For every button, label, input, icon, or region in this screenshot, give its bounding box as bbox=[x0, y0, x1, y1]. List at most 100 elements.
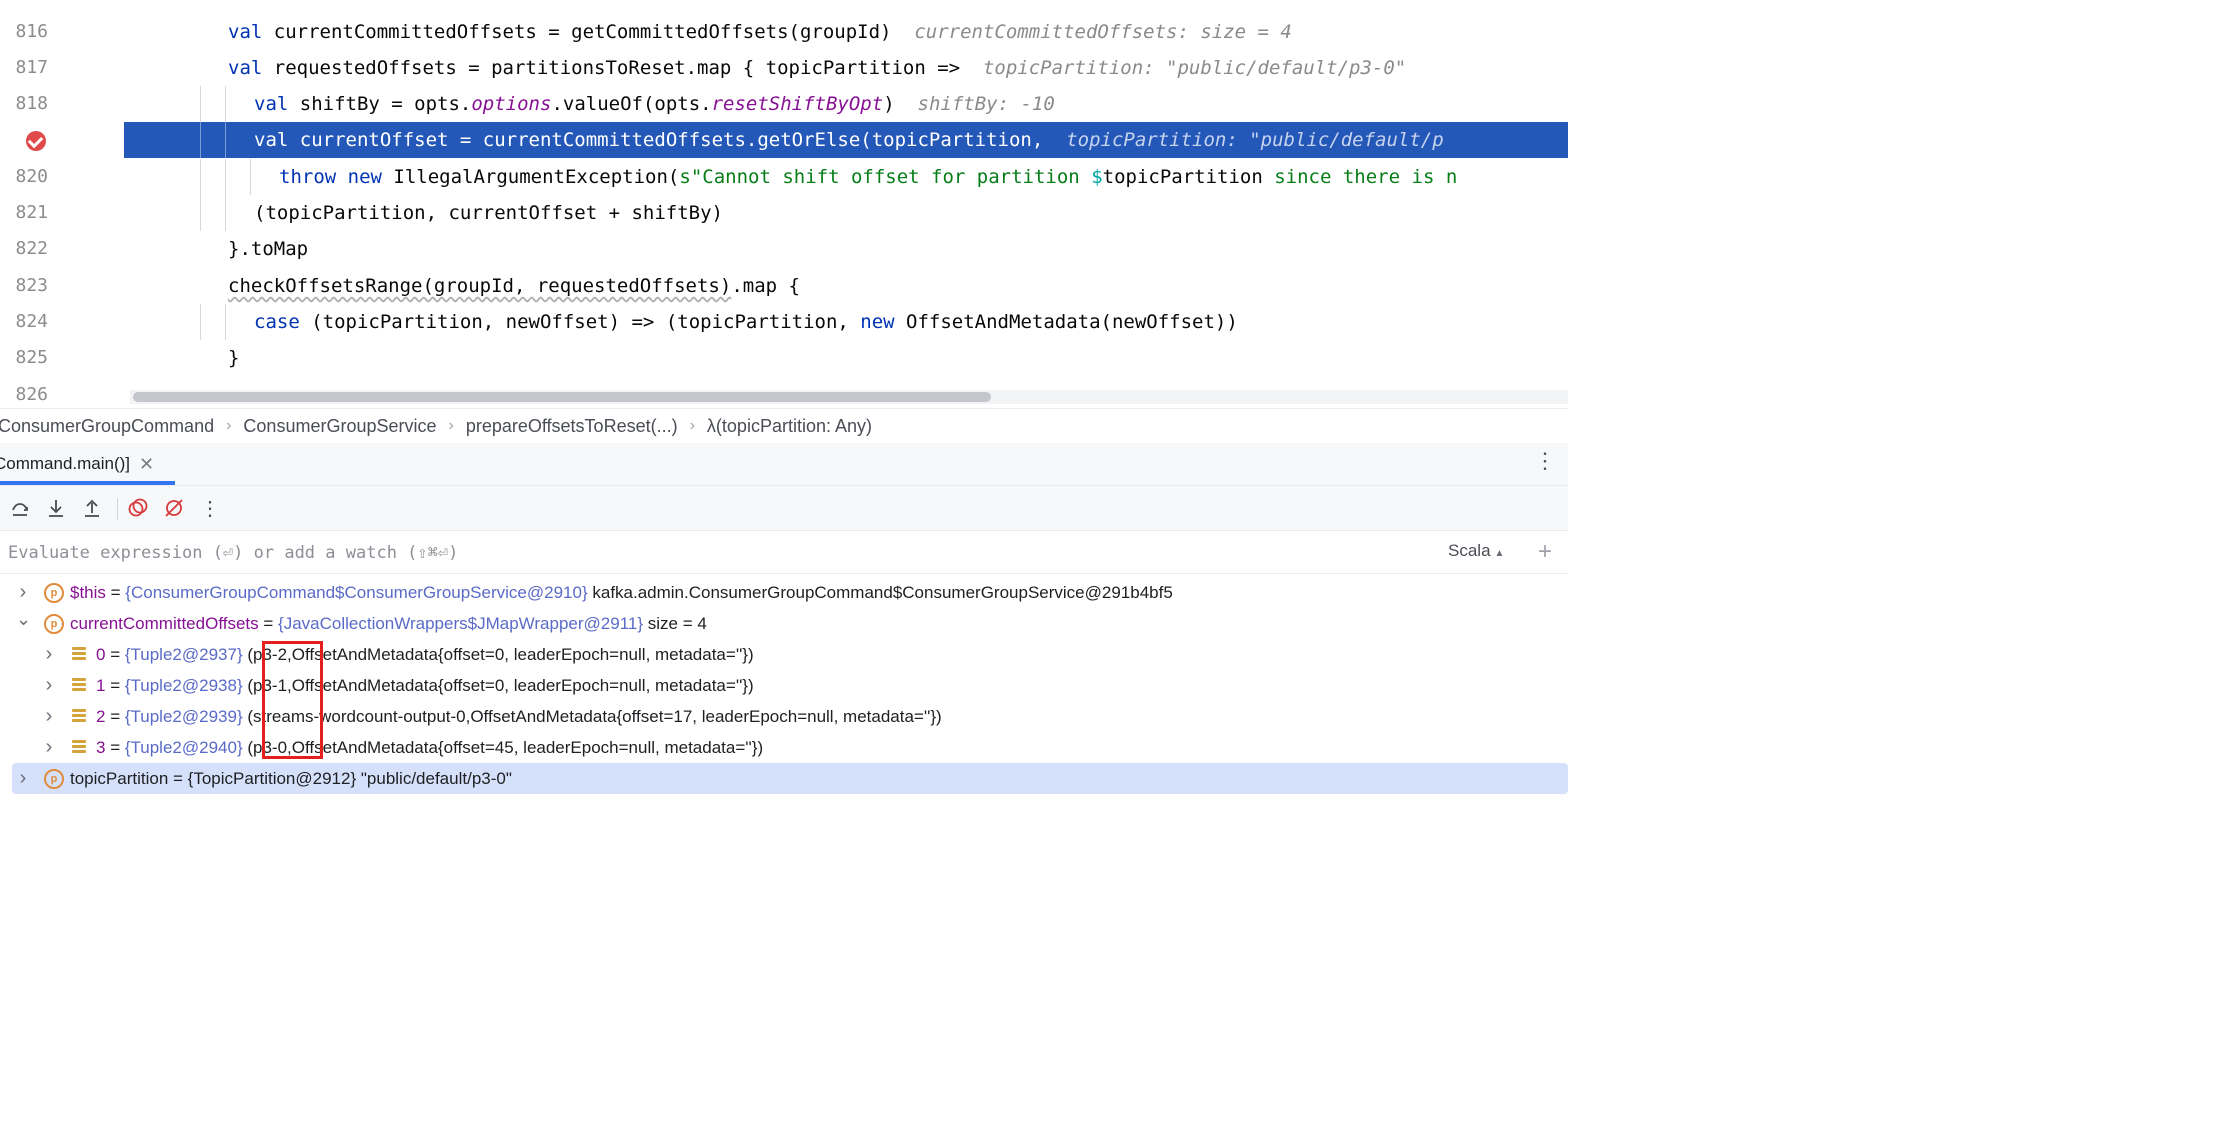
code-token: .map { bbox=[731, 275, 800, 297]
inline-value-hint: shiftBy: -10 bbox=[917, 93, 1055, 115]
equals-sign: = bbox=[105, 583, 126, 602]
language-label: Scala bbox=[1448, 541, 1491, 560]
indent-guide bbox=[225, 159, 226, 195]
chevron-down-icon[interactable]: ⌄ bbox=[16, 604, 31, 635]
tab-debug-session[interactable]: Command.main()] ✕ bbox=[0, 443, 175, 485]
code-token: checkOffsetsRange(groupId, requestedOffs… bbox=[228, 275, 732, 297]
breadcrumb-item[interactable]: λ(topicPartition: Any) bbox=[701, 416, 878, 437]
code-token: currentCommittedOffsets = getCommittedOf… bbox=[262, 21, 915, 43]
code-token: (topicPartition, newOffset) => (topicPar… bbox=[299, 311, 861, 333]
breadcrumb-item[interactable]: ConsumerGroupService bbox=[237, 416, 442, 437]
indent-guide bbox=[250, 159, 251, 195]
code-line[interactable]: case (topicPartition, newOffset) => (top… bbox=[124, 304, 1568, 340]
evaluate-expression-input[interactable] bbox=[0, 531, 1430, 575]
code-token: s"Cannot shift offset for partition bbox=[679, 166, 1092, 188]
equals-sign: = bbox=[105, 738, 125, 757]
chevron-right-icon[interactable]: › bbox=[42, 639, 56, 670]
code-text: } bbox=[228, 340, 239, 376]
code-line[interactable]: val currentCommittedOffsets = getCommitt… bbox=[124, 14, 1568, 50]
variable-type: {TopicPartition@2912} bbox=[187, 769, 357, 788]
code-token: .valueOf(opts. bbox=[551, 93, 712, 115]
variable-value: kafka.admin.ConsumerGroupCommand$Consume… bbox=[592, 583, 1173, 602]
code-line[interactable]: checkOffsetsRange(groupId, requestedOffs… bbox=[124, 268, 1568, 304]
variable-row[interactable]: › p topicPartition = {TopicPartition@2912}… bbox=[12, 763, 1568, 794]
line-number: 818 bbox=[15, 93, 48, 114]
caret-icon: ▲ bbox=[1494, 548, 1505, 559]
variable-row[interactable]: › 2 = {Tuple2@2939} (streams-wordcount-ou… bbox=[0, 701, 1568, 732]
chevron-right-icon: › bbox=[689, 417, 695, 434]
evaluate-bar: Scala▲ + bbox=[0, 531, 1568, 575]
step-into-icon[interactable] bbox=[42, 494, 70, 522]
list-element-icon bbox=[72, 740, 86, 754]
line-number: 821 bbox=[15, 202, 48, 223]
equals-sign: = bbox=[168, 769, 188, 788]
chevron-right-icon[interactable]: › bbox=[42, 670, 56, 701]
code-line[interactable]: val requestedOffsets = partitionsToReset… bbox=[124, 50, 1568, 86]
variable-row[interactable]: › 3 = {Tuple2@2940} (p3-0,OffsetAndMetada… bbox=[0, 732, 1568, 763]
chevron-right-icon[interactable]: › bbox=[16, 763, 30, 794]
variables-tree[interactable]: › p $this = {ConsumerGroupCommand$Consumer… bbox=[0, 574, 1568, 795]
step-out-icon[interactable] bbox=[78, 494, 106, 522]
variable-type: {Tuple2@2939} bbox=[124, 707, 243, 726]
indent-guide bbox=[225, 86, 226, 122]
parameter-icon: p bbox=[44, 614, 64, 634]
code-token: requestedOffsets = partitionsToReset.map… bbox=[262, 57, 983, 79]
chevron-right-icon: › bbox=[226, 417, 232, 434]
code-line[interactable]: } bbox=[124, 340, 1568, 376]
breadcrumb-item[interactable]: ConsumerGroupCommand bbox=[0, 416, 220, 437]
code-line[interactable]: throw new IllegalArgumentException(s"Can… bbox=[124, 159, 1568, 195]
more-options-icon[interactable]: ⋮ bbox=[1534, 448, 1556, 474]
chevron-right-icon[interactable]: › bbox=[42, 701, 56, 732]
code-line[interactable]: }.toMap bbox=[124, 231, 1568, 267]
variable-text: 1 = {Tuple2@2938} (p3-1,OffsetAndMetadat… bbox=[96, 670, 754, 701]
current-execution-line[interactable]: val currentOffset = currentCommittedOffs… bbox=[124, 122, 1568, 158]
code-text: val currentCommittedOffsets = getCommitt… bbox=[228, 14, 1292, 50]
equals-sign: = bbox=[105, 676, 125, 695]
debug-tab-bar: Command.main()] ✕ bbox=[0, 443, 1568, 486]
parameter-icon: p bbox=[44, 583, 64, 603]
line-number: 823 bbox=[15, 275, 48, 296]
view-breakpoints-icon[interactable] bbox=[124, 494, 152, 522]
variable-row[interactable]: › p $this = {ConsumerGroupCommand$Consumer… bbox=[0, 577, 1568, 608]
line-number: 825 bbox=[15, 347, 48, 368]
variable-name: $this bbox=[70, 583, 106, 602]
variable-value: (p3-1,OffsetAndMetadata{offset=0, leader… bbox=[247, 676, 754, 695]
variable-text: 3 = {Tuple2@2940} (p3-0,OffsetAndMetadat… bbox=[96, 732, 763, 763]
breadcrumb-item[interactable]: prepareOffsetsToReset(...) bbox=[460, 416, 684, 437]
more-options-icon[interactable]: ⋮ bbox=[196, 494, 224, 522]
code-token: val bbox=[228, 57, 263, 79]
code-token: new bbox=[860, 311, 895, 333]
inline-value-hint: topicPartition: "public/default/p3-0" bbox=[982, 57, 1407, 79]
code-line[interactable]: val shiftBy = opts.options.valueOf(opts.… bbox=[124, 86, 1568, 122]
line-number: 826 bbox=[15, 384, 48, 405]
list-element-icon bbox=[72, 678, 86, 692]
code-line[interactable]: (topicPartition, currentOffset + shiftBy… bbox=[124, 195, 1568, 231]
add-watch-icon[interactable]: + bbox=[1532, 539, 1558, 565]
variable-text: 2 = {Tuple2@2939} (streams-wordcount-out… bbox=[96, 701, 942, 732]
close-icon[interactable]: ✕ bbox=[139, 443, 154, 485]
variable-row[interactable]: › 0 = {Tuple2@2937} (p3-2,OffsetAndMetada… bbox=[0, 639, 1568, 670]
code-text: throw new IllegalArgumentException(s"Can… bbox=[279, 159, 1457, 195]
horizontal-scrollbar-thumb[interactable] bbox=[133, 392, 991, 402]
language-selector[interactable]: Scala ▲ bbox=[1448, 531, 1504, 574]
code-editor[interactable]: 816 val currentCommittedOffsets = getComm… bbox=[0, 0, 1568, 408]
variable-value: (p3-0,OffsetAndMetadata{offset=45, leade… bbox=[247, 738, 764, 757]
variable-row[interactable]: ⌄ p currentCommittedOffsets = {JavaCollect… bbox=[0, 608, 1568, 639]
line-number: 822 bbox=[15, 238, 48, 259]
variable-type: {ConsumerGroupCommand$ConsumerGroupServi… bbox=[125, 583, 588, 602]
code-text: val requestedOffsets = partitionsToReset… bbox=[228, 50, 1406, 86]
variable-value: (streams-wordcount-output-0,OffsetAndMet… bbox=[247, 707, 942, 726]
variable-row[interactable]: › 1 = {Tuple2@2938} (p3-1,OffsetAndMetada… bbox=[0, 670, 1568, 701]
variable-name: currentCommittedOffsets bbox=[70, 614, 259, 633]
indent-guide bbox=[200, 122, 201, 158]
indent-guide bbox=[200, 159, 201, 195]
chevron-right-icon[interactable]: › bbox=[42, 732, 56, 763]
inline-value-hint: topicPartition: "public/default/p bbox=[1066, 129, 1444, 151]
code-token: val bbox=[228, 21, 263, 43]
step-over-icon[interactable] bbox=[6, 494, 34, 522]
variable-name: topicPartition bbox=[70, 769, 169, 788]
mute-breakpoints-icon[interactable] bbox=[160, 494, 188, 522]
code-token: shiftBy = opts. bbox=[288, 93, 472, 115]
debug-toolbar: ⋮ bbox=[0, 486, 1568, 531]
breakpoint-icon[interactable] bbox=[26, 131, 46, 151]
